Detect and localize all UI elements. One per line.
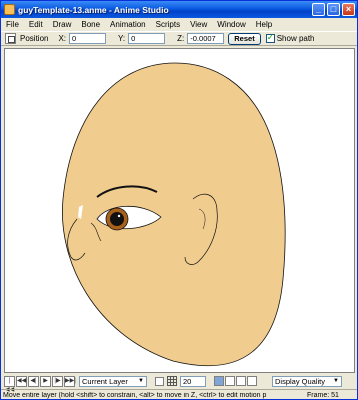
menu-draw[interactable]: Draw [48,20,77,29]
layer-select-value: Current Layer [82,376,128,386]
z-position-field[interactable] [187,33,225,44]
menu-bar: File Edit Draw Bone Animation Scripts Vi… [1,18,357,31]
playback-bar: |◀◀ ◀◀ ◀| ▶ |▶ ▶▶| Current Layer ▼ 20 Di… [1,374,357,393]
y-label: Y: [118,34,126,43]
menu-window[interactable]: Window [212,20,250,29]
maximize-button[interactable]: □ [327,3,340,16]
reset-button[interactable]: Reset [228,32,261,45]
pupil [110,212,124,226]
step-back-button[interactable]: ◀◀ [16,375,27,387]
menu-bone[interactable]: Bone [76,20,105,29]
head-shape [61,62,286,367]
position-label: Position [20,34,49,43]
eye-highlight [117,214,121,218]
layer-select[interactable]: Current Layer ▼ [79,375,147,387]
prev-frame-button[interactable]: ◀| [28,375,39,387]
menu-help[interactable]: Help [251,20,277,29]
multi-view-icon[interactable] [247,376,257,386]
menu-file[interactable]: File [1,20,24,29]
z-label: Z: [177,34,185,43]
frame-indicator: Frame: 51 [307,391,339,399]
play-button[interactable]: ▶ [40,375,51,387]
next-frame-button[interactable]: |▶ [52,375,63,387]
grid-icon[interactable] [167,376,177,386]
window-title: guyTemplate-13.anme - Anime Studio [18,4,169,15]
display-quality-value: Display Quality [275,376,326,386]
menu-edit[interactable]: Edit [24,20,48,29]
character-head-drawing [61,62,286,367]
x-position-field[interactable] [69,33,107,44]
single-view-icon[interactable] [214,376,224,386]
chevron-down-icon: ▼ [333,377,339,384]
display-quality-select[interactable]: Display Quality ▼ [272,375,342,387]
close-button[interactable]: × [342,3,355,16]
tool-options-bar: Position X: Y: Z: Reset Show path [1,31,357,46]
app-icon [4,4,15,15]
frame-step-field[interactable]: 20 [180,375,206,387]
menu-scripts[interactable]: Scripts [151,20,185,29]
translate-layer-tool-icon[interactable] [5,33,16,44]
menu-animation[interactable]: Animation [105,20,151,29]
status-message: Move entire layer (hold <shift> to const… [3,391,267,399]
minimize-button[interactable]: _ [312,3,325,16]
y-position-field[interactable] [128,33,166,44]
status-bar: Move entire layer (hold <shift> to const… [1,389,357,400]
split-view-icon[interactable] [225,376,235,386]
onion-skin-checkbox[interactable] [155,376,164,386]
rewind-button[interactable]: |◀◀ [4,375,15,393]
chevron-down-icon: ▼ [138,377,144,384]
show-path-checkbox[interactable] [265,32,275,43]
title-bar[interactable]: guyTemplate-13.anme - Anime Studio _ □ × [1,1,357,18]
drawing-canvas[interactable] [4,48,355,373]
app-window: guyTemplate-13.anme - Anime Studio _ □ ×… [0,0,358,400]
fast-forward-button[interactable]: ▶▶| [64,375,76,387]
quad-view-icon[interactable] [236,376,246,386]
x-label: X: [58,34,67,43]
menu-view[interactable]: View [185,20,212,29]
show-path-label: Show path [276,34,315,43]
